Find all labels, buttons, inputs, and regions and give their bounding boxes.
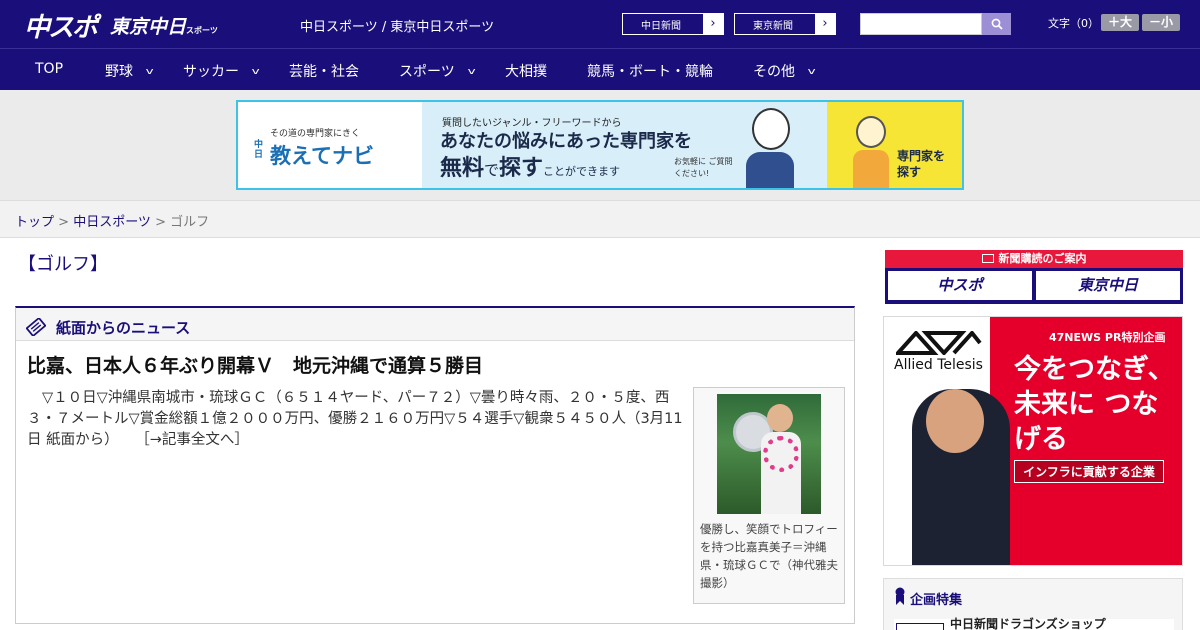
subscribe-box: 新聞購読のご案内 中スポ 東京中日 (885, 250, 1183, 304)
subscribe-tokyo-chunichi-button[interactable]: 東京中日 (1036, 271, 1180, 300)
chevron-down-icon: v (145, 67, 154, 77)
ad-copy: 今をつなぎ、未来に つなげる (1014, 354, 1175, 455)
subscribe-bar[interactable]: 新聞購読のご案内 (885, 250, 1183, 268)
tokyo-chunichi-logo-small: スポーツ (186, 26, 218, 35)
tokyo-shimbun-label: 東京新聞 (753, 20, 793, 32)
ad-bar: インフラに貢献する企業 (1014, 460, 1164, 483)
chunichi-shimbun-link[interactable]: 中日新聞 › (622, 13, 724, 35)
newspaper-icon (26, 318, 46, 336)
banner-brand-panel: その道の専門家にきく 中日 教えてナビ (238, 102, 422, 188)
search-button[interactable] (982, 13, 1011, 35)
ribbon-icon (895, 587, 905, 605)
site-title: 中日スポーツ / 東京中日スポーツ (300, 20, 495, 35)
breadcrumb: トップ > 中日スポーツ > ゴルフ (0, 200, 1200, 238)
nav-item-top[interactable]: TOP (35, 61, 63, 77)
feature-box: 企画特集 中日新聞ドラゴンズショップ (883, 578, 1183, 630)
main-nav: TOP 野球 v サッカー v 芸能・社会 スポーツ v 大相撲 競馬・ボート・競輪 … (0, 48, 1200, 90)
chuspo-logo[interactable]: 中スポ (24, 7, 98, 44)
feature-title: 企画特集 (910, 593, 963, 608)
nav-item-entertainment[interactable]: 芸能・社会 (289, 61, 359, 81)
font-size-label: 文字（0） (1048, 17, 1099, 30)
oshiete-navi-banner[interactable]: その道の専門家にきく 中日 教えてナビ 質問したいジャンル・フリーワードから あ… (236, 100, 964, 190)
nav-label: スポーツ (399, 64, 455, 80)
allied-telesis-logo-icon (896, 331, 982, 355)
nav-label: 大相撲 (505, 64, 547, 80)
banner-cta: 専門家を 探す (897, 149, 946, 179)
subscribe-chuspo-button[interactable]: 中スポ (888, 271, 1032, 300)
feature-item[interactable]: 中日新聞ドラゴンズショップ (894, 617, 1174, 630)
news-box: 紙面からのニュース 比嘉、日本人６年ぶり開幕Ｖ 地元沖縄で通算５勝目 ▽１０日▽… (15, 306, 855, 624)
banner-line3: 無料で探すことができます (440, 150, 620, 182)
ad-row: その道の専門家にきく 中日 教えてナビ 質問したいジャンル・フリーワードから あ… (0, 90, 1200, 200)
subscribe-label: 新聞購読のご案内 (998, 252, 1087, 265)
banner-cta-panel[interactable]: 専門家を 探す (827, 102, 962, 188)
banner-de: で (484, 161, 500, 179)
breadcrumb-top[interactable]: トップ (15, 215, 54, 230)
article-summary: ▽１０日▽沖縄県南城市・琉球ＧＣ（６５１４ヤード、パー７２）▽曇り時々雨、２０・… (27, 388, 687, 451)
nav-item-sumo[interactable]: 大相撲 (505, 61, 547, 81)
nav-item-baseball[interactable]: 野球 v (105, 61, 154, 81)
search-icon (991, 18, 1003, 30)
news-box-header: 紙面からのニュース (16, 308, 854, 341)
feature-item-label: 中日新聞ドラゴンズショップ (950, 617, 1106, 630)
nav-label: 競馬・ボート・競輪 (587, 64, 713, 80)
businessman-face (926, 389, 984, 453)
nav-item-other[interactable]: その他 v (753, 61, 816, 81)
ad-company: Allied Telesis (894, 357, 983, 373)
chevron-right-icon: › (815, 14, 835, 34)
banner-tagline: その道の専門家にきく (270, 129, 361, 139)
chunichi-shimbun-label: 中日新聞 (641, 20, 681, 32)
read-more-link[interactable]: ［→記事全文へ］ (135, 432, 249, 448)
nav-item-sports[interactable]: スポーツ v (399, 61, 476, 81)
banner-free: 無料 (440, 156, 485, 181)
nav-label: その他 (753, 64, 795, 80)
banner-copy-panel: 質問したいジャンル・フリーワードから あなたの悩みにあった専門家を 無料で探すこ… (422, 102, 827, 188)
chevron-down-icon: v (467, 67, 476, 77)
category-title: 【ゴルフ】 (18, 254, 108, 275)
person-illustration-icon (853, 116, 889, 188)
banner-can: ことができます (543, 165, 621, 178)
nav-item-soccer[interactable]: サッカー v (183, 61, 260, 81)
tokyo-chunichi-logo-text: 東京中日 (110, 16, 187, 38)
feature-thumb (896, 623, 944, 630)
article-summary-text: ▽１０日▽沖縄県南城市・琉球ＧＣ（６５１４ヤード、パー７２）▽曇り時々雨、２０・… (27, 390, 683, 448)
expert-illustration-icon (746, 108, 794, 188)
banner-search: 探す (499, 156, 544, 181)
tokyo-shimbun-link[interactable]: 東京新聞 › (734, 13, 836, 35)
sidebar-ad[interactable]: 47NEWS PR特別企画 Allied Telesis 今をつなぎ、未来に つ… (883, 316, 1183, 566)
search-input[interactable] (860, 13, 982, 35)
photo-caption: 優勝し、笑顔でトロフィーを持つ比嘉真美子＝沖縄県・琉球ＧＣで（神代雅夫撮影） (700, 522, 838, 590)
nav-label: 芸能・社会 (289, 64, 359, 80)
tokyo-chunichi-logo[interactable]: 東京中日スポーツ (110, 12, 218, 39)
banner-bubble: お気軽に ご質問ください! (674, 157, 733, 178)
font-smaller-button[interactable]: －小 (1142, 14, 1180, 31)
nav-item-racing[interactable]: 競馬・ボート・競輪 (587, 61, 713, 81)
chevron-down-icon: v (807, 67, 816, 77)
breadcrumb-section[interactable]: 中日スポーツ (73, 215, 151, 230)
nav-label: サッカー (183, 64, 239, 80)
nav-label: 野球 (105, 64, 133, 80)
news-box-title: 紙面からのニュース (56, 318, 191, 337)
chevron-down-icon: v (251, 67, 260, 77)
banner-brand: 教えてナビ (270, 144, 374, 168)
chevron-right-icon: › (703, 14, 723, 34)
article-headline[interactable]: 比嘉、日本人６年ぶり開幕Ｖ 地元沖縄で通算５勝目 (27, 351, 483, 378)
font-larger-button[interactable]: ＋大 (1101, 14, 1139, 31)
golfer-trophy-image (717, 394, 821, 514)
nav-label: TOP (35, 61, 64, 77)
ad-tag: 47NEWS PR特別企画 (1049, 331, 1166, 344)
newspaper-small-icon (981, 254, 994, 263)
article-photo[interactable]: 優勝し、笑顔でトロフィーを持つ比嘉真美子＝沖縄県・琉球ＧＣで（神代雅夫撮影） (693, 387, 845, 604)
breadcrumb-current: ゴルフ (170, 215, 210, 230)
banner-brand-prefix: 中日 (254, 140, 264, 160)
top-header: 中スポ 東京中日スポーツ 中日スポーツ / 東京中日スポーツ 中日新聞 › 東京新… (0, 0, 1200, 48)
